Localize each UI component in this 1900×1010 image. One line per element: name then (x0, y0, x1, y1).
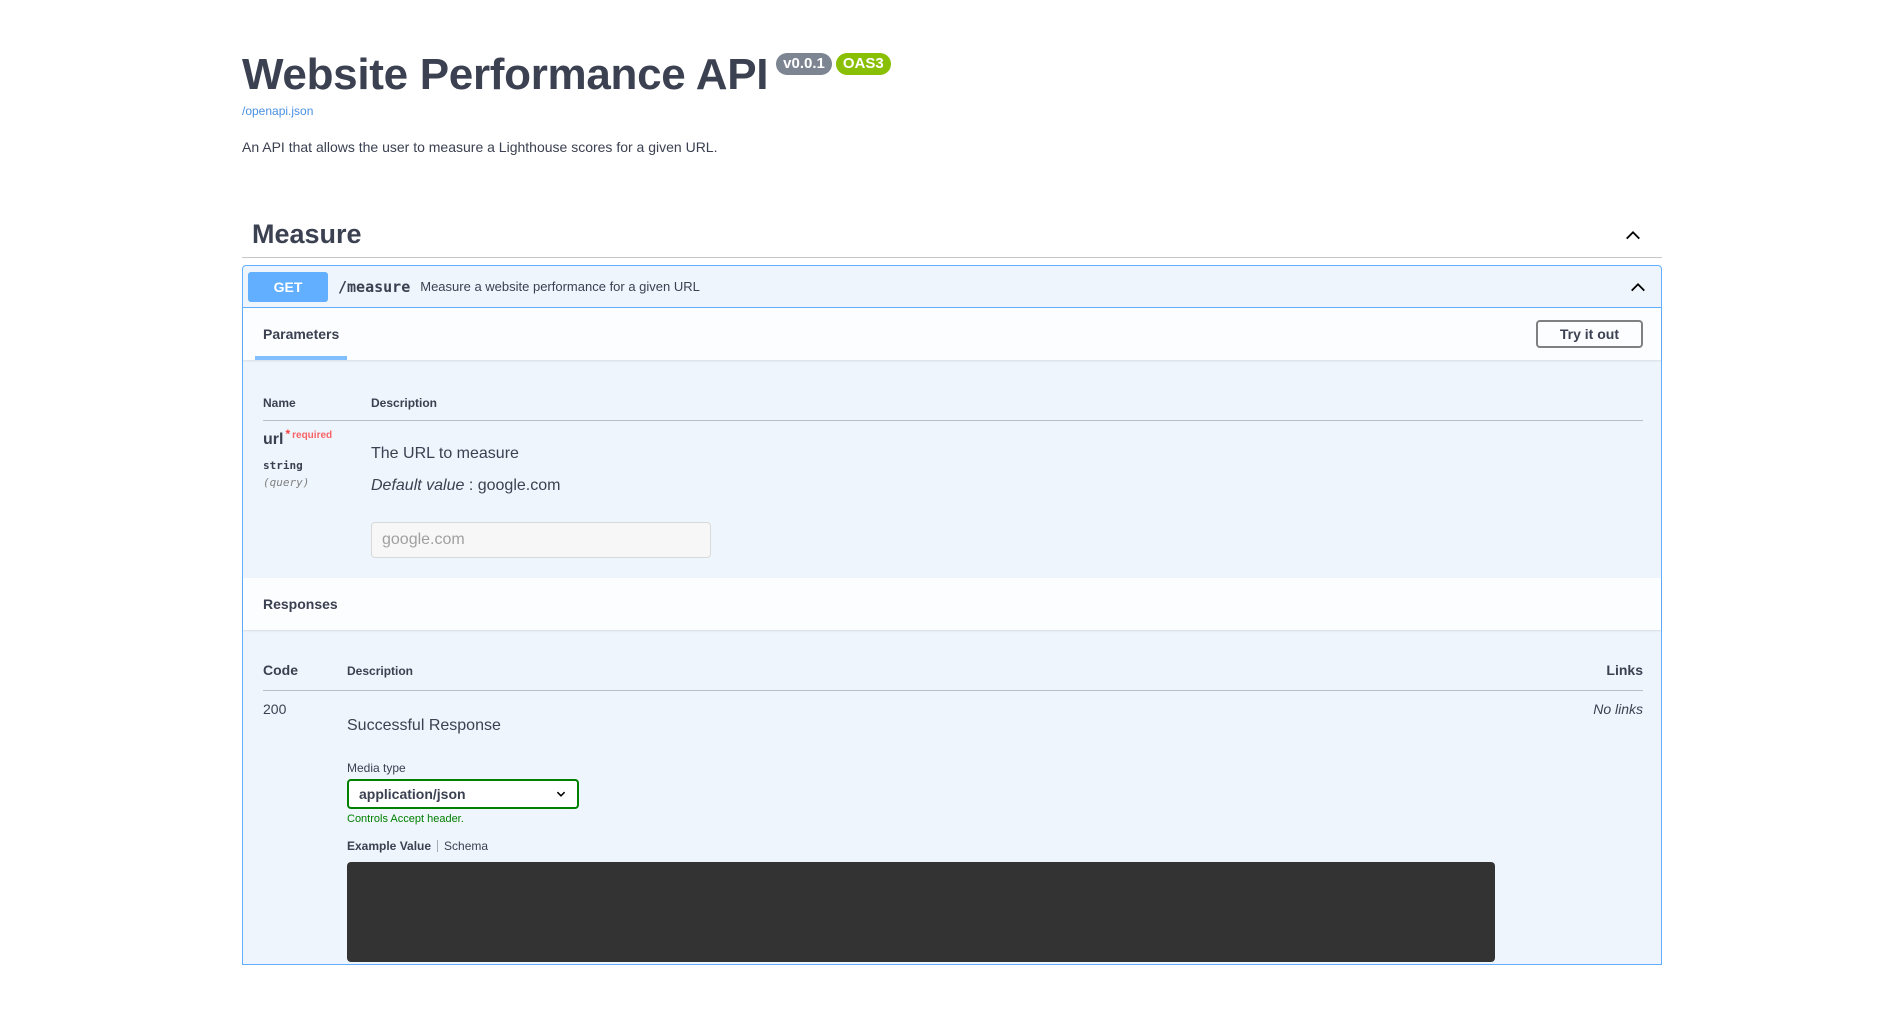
media-type-label: Media type (347, 761, 406, 775)
api-description: An API that allows the user to measure a… (242, 139, 718, 155)
response-links: No links (1593, 701, 1643, 717)
response-code: 200 (263, 701, 287, 717)
tab-example-value[interactable]: Example Value (347, 839, 431, 853)
chevron-down-icon (556, 791, 566, 797)
responses-header: Responses (243, 578, 1661, 630)
tab-parameters[interactable]: Parameters (255, 308, 348, 360)
parameters-table-header: Name Description (263, 390, 1643, 421)
try-it-out-button[interactable]: Try it out (1535, 320, 1643, 348)
version-badge: v0.0.1 (776, 53, 832, 75)
api-title: Website Performance API (242, 50, 769, 99)
parameter-description: The URL to measure (371, 445, 519, 462)
default-value-label: Default value (371, 477, 465, 494)
chevron-up-icon[interactable] (1629, 278, 1647, 296)
parameter-in: (query) (263, 476, 310, 489)
parameter-type: string (263, 459, 303, 472)
url-input[interactable] (371, 522, 711, 558)
parameters-header: Parameters Try it out (243, 308, 1661, 360)
parameter-name-text: url (263, 431, 284, 448)
operation-path: /measure (338, 277, 411, 296)
spec-link[interactable]: /openapi.json (242, 104, 1662, 118)
column-name: Name (263, 396, 296, 410)
chevron-up-icon[interactable] (1624, 226, 1642, 244)
media-type-select[interactable]: application/json (347, 779, 579, 809)
example-tabs: Example Value Schema (347, 839, 488, 853)
operation-summary: Measure a website performance for a give… (420, 279, 700, 294)
column-links: Links (1606, 662, 1643, 678)
opblock-summary[interactable]: GET /measure Measure a website performan… (243, 266, 1661, 308)
parameters-body: Name Description url * required string (qu… (243, 360, 1661, 577)
required-label: required (292, 430, 333, 441)
tag-title: Measure (252, 219, 362, 249)
column-description: Description (347, 664, 414, 678)
column-code: Code (263, 662, 298, 678)
example-code-block (347, 862, 1495, 962)
tab-divider (437, 840, 439, 852)
default-value-text: google.com (477, 477, 561, 494)
method-badge: GET (248, 271, 328, 302)
parameter-name: url * required (263, 427, 333, 449)
responses-section: Responses Code Description Links 200 Suc… (243, 578, 1661, 1010)
controls-accept-note: Controls Accept header. (347, 813, 464, 825)
default-value: Default value : google.com (371, 477, 560, 495)
title-row: Website Performance API v0.0.1 OAS3 (242, 48, 1662, 102)
response-description: Successful Response (347, 717, 501, 734)
required-star: * (285, 427, 291, 441)
opblock-get-measure: GET /measure Measure a website performan… (242, 265, 1662, 965)
info-section: Website Performance API v0.0.1 OAS3 /ope… (242, 48, 1662, 155)
oas-badge: OAS3 (835, 53, 891, 75)
tag-header-measure[interactable]: Measure (242, 212, 1662, 258)
tab-schema[interactable]: Schema (444, 839, 488, 853)
responses-title: Responses (263, 596, 338, 612)
column-description: Description (371, 396, 438, 410)
media-type-value: application/json (359, 786, 466, 802)
responses-body: Code Description Links 200 Successful Re… (243, 630, 1661, 1010)
default-value-sep: : (464, 477, 478, 494)
responses-table-header: Code Description Links (263, 660, 1643, 691)
